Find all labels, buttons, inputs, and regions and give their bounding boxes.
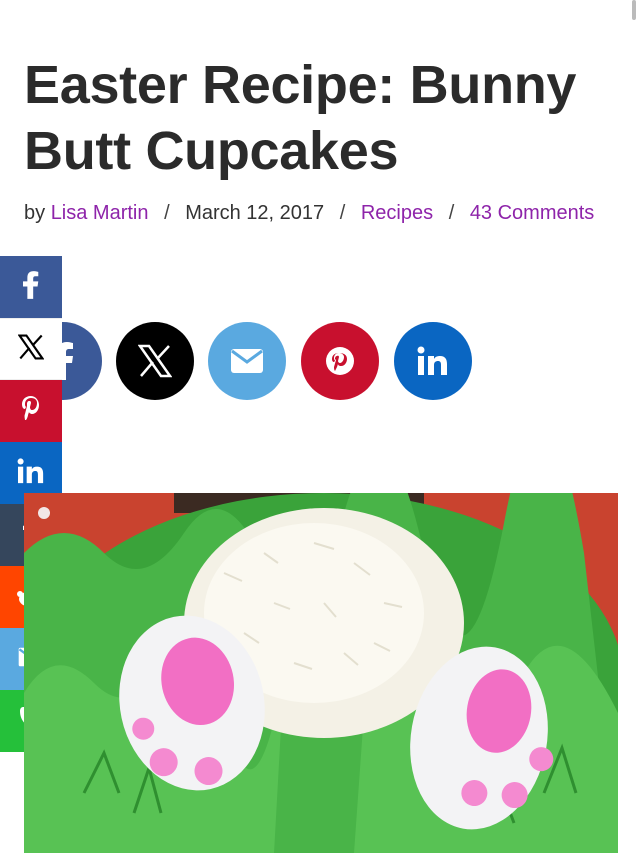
email-icon [230,348,264,374]
pinterest-icon [325,346,355,376]
share-email-button[interactable] [208,322,286,400]
by-label: by [24,202,46,224]
post-date: March 12, 2017 [185,202,325,224]
article-hero-image [24,493,618,853]
pinterest-icon [21,395,41,428]
side-share-pinterest-button[interactable] [0,380,62,442]
meta-separator: / [339,202,346,224]
side-share-facebook-button[interactable] [0,256,62,318]
comments-link[interactable]: 43 Comments [470,202,595,224]
meta-separator: / [164,202,170,224]
author-link[interactable]: Lisa Martin [51,202,149,224]
x-icon [138,344,172,378]
share-x-button[interactable] [116,322,194,400]
linkedin-icon [17,457,45,489]
facebook-icon [23,270,39,304]
meta-separator: / [448,202,455,224]
x-icon [17,333,45,365]
scrollbar[interactable] [632,0,636,20]
share-linkedin-button[interactable] [394,322,472,400]
article-meta: by Lisa Martin / March 12, 2017 / Recipe… [24,202,594,225]
linkedin-icon [417,346,449,376]
bunny-cupcake-image [24,493,618,853]
article-title: Easter Recipe: Bunny Butt Cupcakes [24,55,577,181]
side-share-x-button[interactable] [0,318,62,380]
category-link[interactable]: Recipes [361,202,433,224]
share-pinterest-button[interactable] [301,322,379,400]
